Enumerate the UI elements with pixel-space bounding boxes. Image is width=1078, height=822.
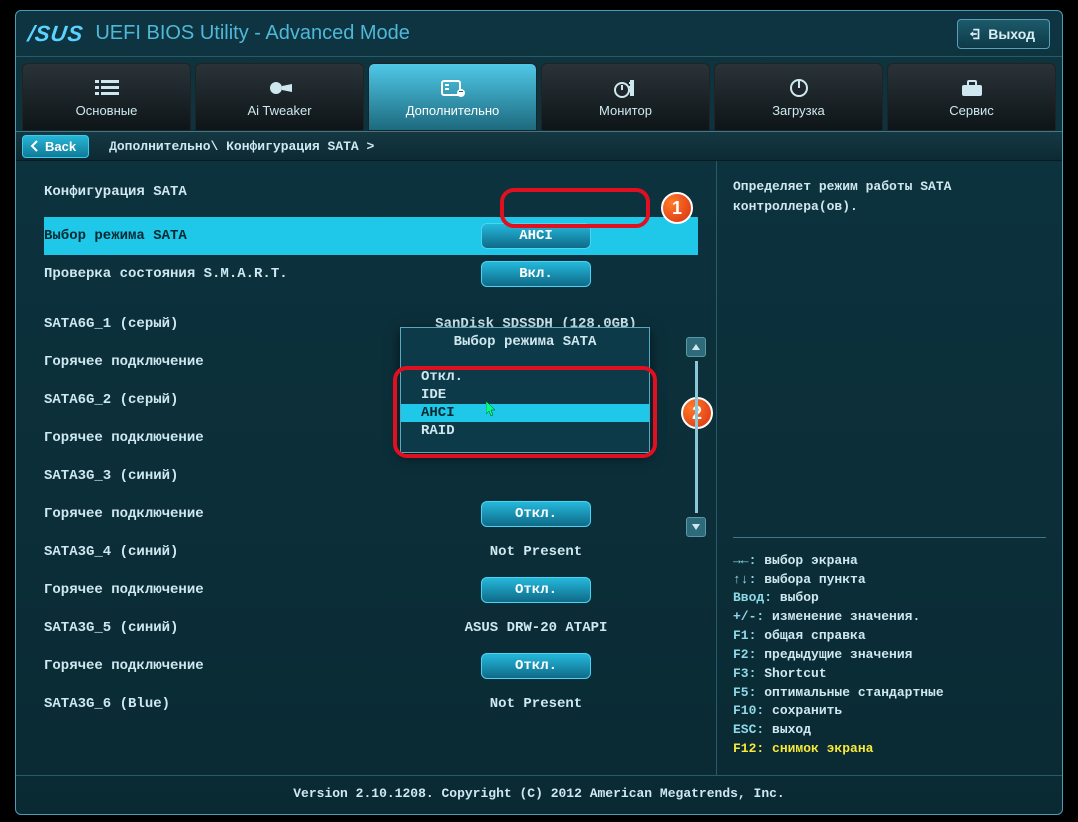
- tab-label: Монитор: [599, 103, 652, 118]
- row-label: SATA3G_4 (синий): [44, 544, 404, 560]
- tab-tweaker[interactable]: Ai Tweaker: [195, 63, 364, 131]
- back-label: Back: [45, 139, 76, 154]
- chevron-up-icon: [691, 343, 701, 351]
- tab-label: Сервис: [949, 103, 994, 118]
- help-pane: Определяет режим работы SATA контроллера…: [716, 161, 1062, 775]
- dropdown-item-off[interactable]: Откл.: [401, 368, 649, 386]
- key-hint: ↑↓: выбора пункта: [733, 571, 1046, 590]
- row-hotplug-4[interactable]: Горячее подключение Откл.: [44, 571, 698, 609]
- sata-mode-dropdown: Выбор режима SATA Откл. IDE AHCI RAID: [400, 327, 650, 453]
- hotplug-value[interactable]: Откл.: [481, 501, 591, 527]
- sub-bar: Back Дополнительно\ Конфигурация SATA >: [16, 131, 1062, 161]
- tab-advanced[interactable]: Дополнительно: [368, 63, 537, 131]
- hotplug-value[interactable]: Откл.: [481, 577, 591, 603]
- tab-bar: Основные Ai Tweaker Дополнительно Монито…: [16, 57, 1062, 131]
- key-hint: →←: выбор экрана: [733, 552, 1046, 571]
- row-label: Горячее подключение: [44, 506, 404, 522]
- dropdown-item-raid[interactable]: RAID: [401, 422, 649, 440]
- row-label: SATA3G_5 (синий): [44, 620, 404, 636]
- key-hint: F5: оптимальные стандартные: [733, 684, 1046, 703]
- chevron-down-icon: [691, 523, 701, 531]
- asus-logo: /SUS: [26, 21, 85, 47]
- scroll-track[interactable]: [695, 361, 698, 513]
- annotation-badge-1: 1: [661, 192, 693, 224]
- row-label: Горячее подключение: [44, 658, 404, 674]
- key-hint: F2: предыдущие значения: [733, 646, 1046, 665]
- sata-mode-value[interactable]: AHCI: [481, 223, 591, 249]
- row-value: Not Present: [404, 696, 698, 712]
- row-label: SATA6G_2 (серый): [44, 392, 404, 408]
- row-label: SATA3G_3 (синий): [44, 468, 404, 484]
- row-label: SATA3G_6 (Blue): [44, 696, 404, 712]
- tab-service[interactable]: Сервис: [887, 63, 1056, 131]
- scrollbar: [686, 337, 706, 537]
- scroll-down-button[interactable]: [686, 517, 706, 537]
- row-sata3g-4[interactable]: SATA3G_4 (синий) Not Present: [44, 533, 698, 571]
- toolbox-icon: [958, 77, 986, 99]
- row-label: Горячее подключение: [44, 354, 404, 370]
- help-text: Определяет режим работы SATA контроллера…: [733, 177, 1046, 216]
- row-value: Not Present: [404, 544, 698, 560]
- dropdown-item-ahci[interactable]: AHCI: [401, 404, 649, 422]
- smart-value[interactable]: Вкл.: [481, 261, 591, 287]
- breadcrumb: Дополнительно\ Конфигурация SATA >: [109, 139, 374, 154]
- row-sata3g-3[interactable]: SATA3G_3 (синий): [44, 457, 698, 495]
- dropdown-item-ide[interactable]: IDE: [401, 386, 649, 404]
- key-hints: →←: выбор экрана↑↓: выбора пунктаВвод: в…: [733, 552, 1046, 759]
- key-hint: +/-: изменение значения.: [733, 608, 1046, 627]
- row-sata3g-5[interactable]: SATA3G_5 (синий) ASUS DRW-20 ATAPI: [44, 609, 698, 647]
- row-label: Проверка состояния S.M.A.R.T.: [44, 266, 404, 282]
- key-hint: Ввод: выбор: [733, 589, 1046, 608]
- settings-pane: Конфигурация SATA Выбор режима SATA AHCI…: [16, 161, 716, 775]
- divider: [733, 537, 1046, 538]
- body-area: Конфигурация SATA Выбор режима SATA AHCI…: [16, 161, 1062, 775]
- tab-label: Дополнительно: [406, 103, 500, 118]
- tab-boot[interactable]: Загрузка: [714, 63, 883, 131]
- power-icon: [785, 77, 813, 99]
- row-label: Горячее подключение: [44, 582, 404, 598]
- row-sata-mode[interactable]: Выбор режима SATA AHCI: [44, 217, 698, 255]
- tab-label: Основные: [76, 103, 138, 118]
- key-hint: F10: сохранить: [733, 702, 1046, 721]
- footer: Version 2.10.1208. Copyright (C) 2012 Am…: [16, 775, 1062, 811]
- section-title: Конфигурация SATA: [44, 173, 698, 211]
- row-hotplug-5[interactable]: Горячее подключение Откл.: [44, 647, 698, 685]
- tab-main[interactable]: Основные: [22, 63, 191, 131]
- back-button[interactable]: Back: [22, 135, 89, 158]
- hotplug-value[interactable]: Откл.: [481, 653, 591, 679]
- monitor-icon: [612, 77, 640, 99]
- header-bar: /SUS UEFI BIOS Utility - Advanced Mode В…: [16, 11, 1062, 57]
- key-hint: F12: снимок экрана: [733, 740, 1046, 759]
- exit-button[interactable]: Выход: [957, 19, 1050, 49]
- tab-monitor[interactable]: Монитор: [541, 63, 710, 131]
- row-label: Выбор режима SATA: [44, 228, 404, 244]
- tab-label: Ai Tweaker: [247, 103, 311, 118]
- back-arrow-icon: [29, 140, 41, 152]
- scroll-up-button[interactable]: [686, 337, 706, 357]
- bios-window: /SUS UEFI BIOS Utility - Advanced Mode В…: [15, 10, 1063, 815]
- tweaker-icon: [266, 77, 294, 99]
- row-value: ASUS DRW-20 ATAPI: [404, 620, 698, 636]
- row-hotplug-3[interactable]: Горячее подключение Откл.: [44, 495, 698, 533]
- exit-label: Выход: [988, 26, 1035, 42]
- dropdown-title: Выбор режима SATA: [401, 328, 649, 368]
- app-title: UEFI BIOS Utility - Advanced Mode: [95, 22, 957, 45]
- row-label: Горячее подключение: [44, 430, 404, 446]
- key-hint: ESC: выход: [733, 721, 1046, 740]
- tab-label: Загрузка: [772, 103, 825, 118]
- row-sata3g-6[interactable]: SATA3G_6 (Blue) Not Present: [44, 685, 698, 723]
- exit-icon: [968, 27, 982, 41]
- row-label: SATA6G_1 (серый): [44, 316, 404, 332]
- key-hint: F1: общая справка: [733, 627, 1046, 646]
- key-hint: F3: Shortcut: [733, 665, 1046, 684]
- row-smart[interactable]: Проверка состояния S.M.A.R.T. Вкл.: [44, 255, 698, 293]
- list-icon: [93, 77, 121, 99]
- advanced-icon: [439, 77, 467, 99]
